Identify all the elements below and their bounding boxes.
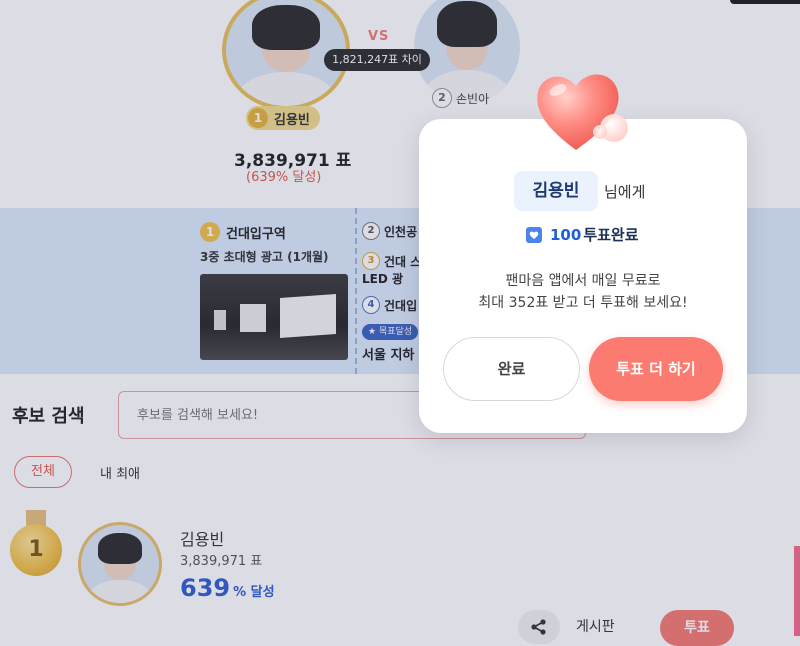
vote-count: 100	[550, 225, 582, 244]
sparkle	[690, 190, 694, 194]
recipient-name: 김용빈	[514, 171, 598, 211]
ticket-icon	[526, 226, 542, 243]
heart-icon	[537, 74, 628, 150]
sparkle	[466, 210, 471, 215]
done-button[interactable]: 완료	[443, 337, 580, 401]
vote-more-button[interactable]: 투표 더 하기	[589, 337, 723, 401]
recipient-suffix: 님에게	[604, 183, 646, 201]
modal-message: 팬마음 앱에서 매일 무료로 최대 352표 받고 더 투표해 보세요!	[419, 270, 747, 314]
vote-done-text: 투표완료	[583, 226, 639, 244]
sparkle	[486, 250, 489, 253]
vote-complete-label: 100 투표완료	[526, 224, 639, 245]
modal-message-line-1: 팬마음 앱에서 매일 무료로	[505, 273, 661, 289]
page: VS 1,821,247표 차이 1 김용빈 2 손빈아 3,839,971 표…	[0, 0, 800, 646]
modal-message-line-2: 최대 352표 받고 더 투표해 보세요!	[478, 295, 688, 311]
